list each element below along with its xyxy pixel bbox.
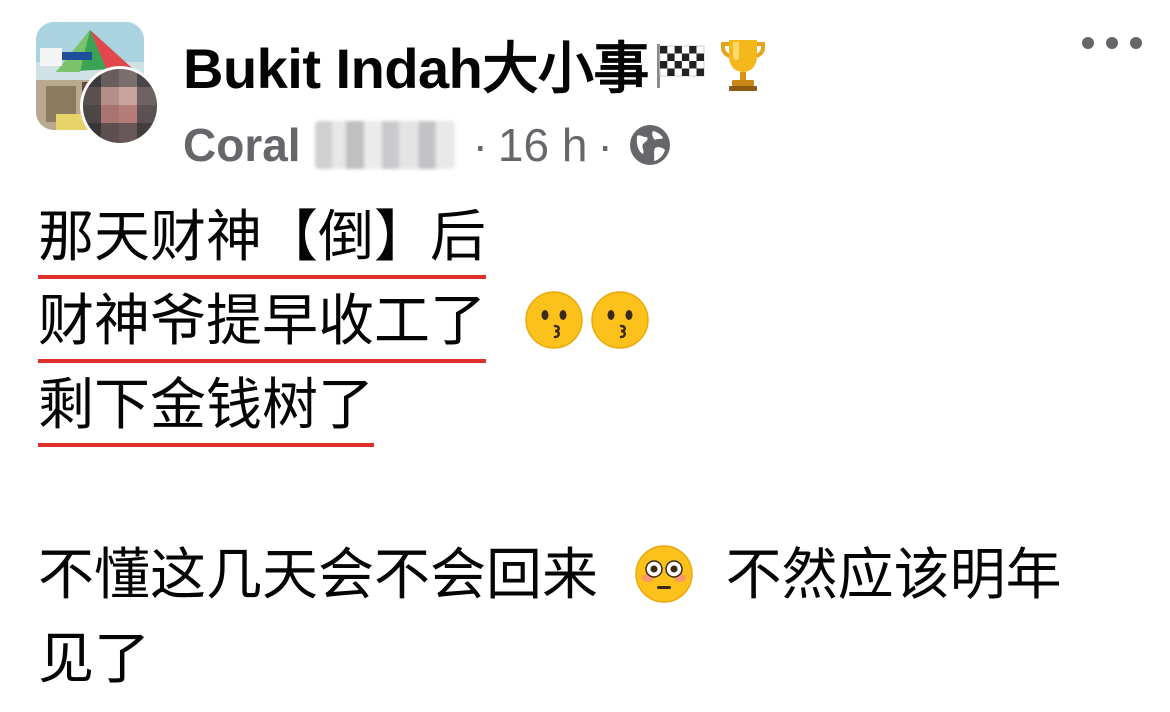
post-line: 见了 (38, 618, 1138, 702)
group-name[interactable]: Bukit Indah大小事 (183, 24, 649, 105)
chequered-flag-icon (656, 44, 705, 88)
post-meta: Coral · 16 h · (183, 110, 673, 180)
post-line-text: 财神爷提早收工了 (38, 287, 486, 363)
post-line-text: 那天财神【倒】后 (38, 203, 486, 279)
more-options-dot (1106, 37, 1118, 49)
user-avatar-blurred (83, 69, 157, 143)
post-line-text: 见了 (38, 627, 150, 692)
post-body: 那天财神【倒】后 财神爷提早收工了 剩下金钱树了 不懂这几天会不会回来 不然应该… (38, 196, 1138, 702)
trophy-icon (720, 40, 765, 91)
user-avatar[interactable] (80, 66, 160, 146)
group-name-row: Bukit Indah大小事 (183, 22, 773, 106)
kissing-face-emoji-icon (591, 291, 649, 349)
flushed-face-emoji-icon (635, 545, 693, 603)
meta-separator: · (472, 119, 488, 171)
post-line: 那天财神【倒】后 (38, 196, 1138, 280)
post-line: 不懂这几天会不会回来 不然应该明年 (38, 534, 1138, 618)
author-name[interactable]: Coral (183, 118, 301, 172)
post-line: 财神爷提早收工了 (38, 280, 1138, 364)
post-line-text: 不然应该明年 (725, 543, 1062, 608)
more-options-dot (1130, 37, 1142, 49)
post-line-text: 剩下金钱树了 (38, 371, 374, 447)
post-line-text: 不懂这几天会不会回来 (38, 543, 598, 608)
more-options-dot (1082, 37, 1094, 49)
more-options-button[interactable] (1082, 28, 1142, 58)
post-timestamp[interactable]: 16 h (498, 118, 588, 172)
meta-separator: · (597, 119, 613, 171)
kissing-face-emoji-icon (525, 291, 583, 349)
author-name-redacted (314, 121, 455, 169)
post-line: 剩下金钱树了 (38, 364, 1138, 448)
globe-icon[interactable] (627, 122, 673, 168)
